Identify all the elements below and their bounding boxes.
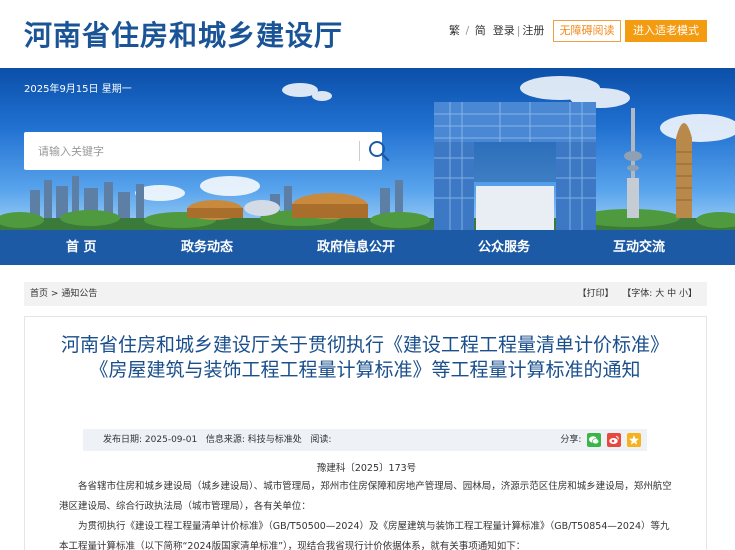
search-divider <box>359 141 360 161</box>
share-label: 分享: <box>560 435 582 445</box>
share-area: 分享: <box>560 429 641 451</box>
page-tools: 【打印】 【字体: 大 中 小】 <box>578 282 697 306</box>
search-input[interactable] <box>24 132 324 170</box>
search-icon <box>369 141 390 162</box>
article-meta-bar: 发布日期: 2025-09-01 信息来源: 科技与标准处 阅读: 分享: <box>83 429 647 451</box>
qzone-share-icon[interactable] <box>627 432 641 447</box>
source-label: 信息来源: <box>205 435 245 445</box>
article-title: 河南省住房和城乡建设厅关于贯彻执行《建设工程工程量清单计价标准》《房屋建筑与装饰… <box>60 334 669 381</box>
article-container: 河南省住房和城乡建设厅关于贯彻执行《建设工程工程量清单计价标准》《房屋建筑与装饰… <box>24 316 707 550</box>
source: 科技与标准处 <box>247 435 302 445</box>
main-nav: 首 页 政务动态 政府信息公开 公众服务 互动交流 <box>0 230 735 265</box>
font-medium-link[interactable]: 中 <box>667 289 676 299</box>
wechat-icon <box>589 435 600 444</box>
top-header: 河南省住房和城乡建设厅 繁 / 简 登录 | 注册 无障碍阅读 进入适老模式 <box>0 0 735 68</box>
divider: / <box>462 24 473 37</box>
article-paragraph: 各省辖市住房和城乡建设局（城乡建设局）、城市管理局，郑州市住房保障和房地产管理局… <box>59 481 672 512</box>
publish-date-label: 发布日期: <box>103 435 143 445</box>
elder-mode-button[interactable]: 进入适老模式 <box>625 20 707 42</box>
nav-item-home[interactable]: 首 页 <box>66 230 97 265</box>
nav-item-gov-news[interactable]: 政务动态 <box>181 230 233 265</box>
search-box <box>24 132 390 170</box>
accessible-reading-button[interactable]: 无障碍阅读 <box>553 20 621 42</box>
nav-item-interaction[interactable]: 互动交流 <box>613 230 665 265</box>
breadcrumb-separator: > <box>50 289 59 299</box>
lang-simplified-link[interactable]: 简 <box>475 24 486 37</box>
font-size-label: 【字体: <box>622 289 653 299</box>
breadcrumb-current-link[interactable]: 通知公告 <box>61 289 97 299</box>
divider: | <box>516 24 521 37</box>
weibo-icon <box>609 435 619 444</box>
breadcrumb-bar: 首页 > 通知公告 【打印】 【字体: 大 中 小】 <box>24 282 707 306</box>
weibo-share-icon[interactable] <box>607 432 622 447</box>
search-button[interactable] <box>364 136 394 166</box>
article-paragraph: 为贯彻执行《建设工程工程量清单计价标准》（GB/T50500—2024）及《房屋… <box>59 521 670 550</box>
nav-item-info-disclosure[interactable]: 政府信息公开 <box>317 230 395 265</box>
views-label: 阅读: <box>310 435 332 445</box>
breadcrumb: 首页 > 通知公告 <box>30 282 97 306</box>
star-icon <box>629 434 639 445</box>
register-link[interactable]: 注册 <box>522 24 544 37</box>
wechat-share-icon[interactable] <box>587 432 602 447</box>
breadcrumb-home-link[interactable]: 首页 <box>30 289 48 299</box>
font-large-link[interactable]: 大 <box>655 289 664 299</box>
publish-date: 2025-09-01 <box>144 435 198 445</box>
banner: 2025年9月15日 星期一 <box>0 68 735 230</box>
font-size-close: 】 <box>687 289 697 299</box>
nav-item-public-service[interactable]: 公众服务 <box>478 230 530 265</box>
font-small-link[interactable]: 小 <box>679 289 688 299</box>
print-link[interactable]: 【打印】 <box>578 289 614 299</box>
lang-traditional-link[interactable]: 繁 <box>449 24 460 37</box>
article-meta: 发布日期: 2025-09-01 信息来源: 科技与标准处 阅读: <box>103 429 331 451</box>
current-date: 2025年9月15日 星期一 <box>24 84 132 95</box>
login-link[interactable]: 登录 <box>493 24 515 37</box>
site-title[interactable]: 河南省住房和城乡建设厅 <box>24 14 343 54</box>
document-number: 豫建科〔2025〕173号 <box>316 463 417 474</box>
top-links: 繁 / 简 登录 | 注册 <box>449 22 544 38</box>
